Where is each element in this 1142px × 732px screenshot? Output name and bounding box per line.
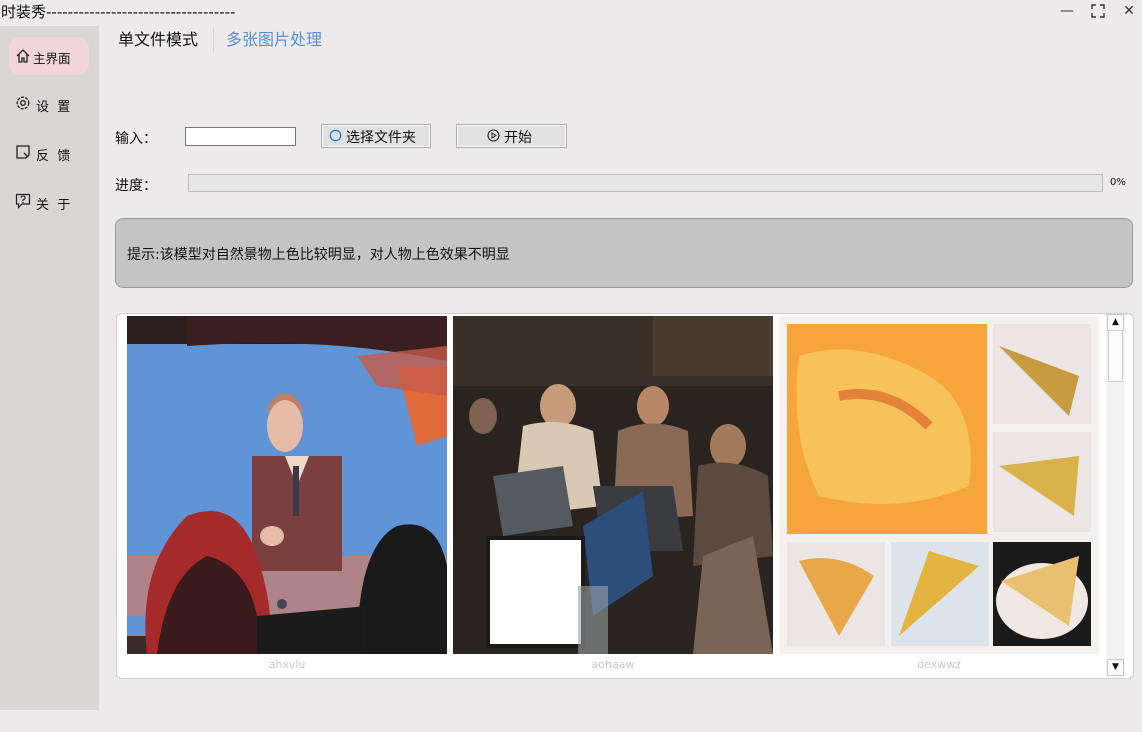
maximize-icon[interactable] bbox=[1087, 1, 1109, 21]
sidebar-item-home[interactable]: 主界面 bbox=[9, 37, 89, 75]
sidebar-item-label: 主界面 bbox=[33, 51, 71, 66]
play-icon bbox=[487, 129, 500, 142]
gallery-image-laptops[interactable] bbox=[453, 316, 773, 654]
image-gallery: ahxvlu aohaaw dexwwz bbox=[116, 313, 1134, 679]
sidebar-item-settings[interactable]: 设 置 bbox=[9, 85, 89, 123]
tab-label: 单文件模式 bbox=[118, 30, 199, 49]
title-bar: 时装秀----------------------------------- —… bbox=[0, 0, 1142, 24]
folder-circle-icon bbox=[329, 129, 342, 142]
gear-icon bbox=[16, 96, 30, 110]
gallery-caption: aohaaw bbox=[591, 658, 635, 671]
input-path-field[interactable] bbox=[185, 127, 296, 146]
gallery-image-pizza[interactable] bbox=[779, 316, 1099, 654]
close-icon[interactable]: ✕ bbox=[1118, 1, 1140, 21]
scroll-down-icon[interactable]: ▼ bbox=[1107, 659, 1124, 676]
choose-folder-button[interactable]: 选择文件夹 bbox=[321, 124, 431, 148]
gallery-caption: dexwwz bbox=[917, 658, 961, 671]
sidebar-item-feedback[interactable]: 反 馈 bbox=[9, 134, 89, 172]
gallery-caption: ahxvlu bbox=[268, 658, 306, 671]
gallery-image-presenter[interactable] bbox=[127, 316, 447, 654]
gallery-scrollbar[interactable]: ▲ ▼ bbox=[1106, 314, 1125, 677]
sidebar-item-about[interactable]: 关 于 bbox=[9, 183, 89, 221]
choose-folder-label: 选择文件夹 bbox=[346, 130, 416, 146]
tab-single-file[interactable]: 单文件模式 bbox=[108, 27, 214, 53]
tab-batch-images[interactable]: 多张图片处理 bbox=[226, 27, 322, 53]
progress-bar bbox=[188, 174, 1103, 192]
home-icon bbox=[16, 49, 30, 63]
start-button[interactable]: 开始 bbox=[456, 124, 567, 148]
scroll-thumb[interactable] bbox=[1108, 330, 1123, 382]
help-icon bbox=[15, 193, 31, 209]
scroll-up-icon[interactable]: ▲ bbox=[1107, 314, 1124, 331]
sidebar-item-label: 反 馈 bbox=[36, 149, 71, 164]
sidebar: 主界面 设 置 反 馈 关 于 bbox=[0, 26, 99, 710]
sidebar-item-label: 设 置 bbox=[36, 100, 71, 115]
input-label: 输入： bbox=[115, 131, 157, 147]
feedback-icon bbox=[16, 145, 30, 159]
hint-text: 提示:该模型对自然景物上色比较明显，对人物上色效果不明显 bbox=[127, 247, 510, 263]
minimize-icon[interactable]: — bbox=[1056, 1, 1078, 21]
sidebar-item-label: 关 于 bbox=[36, 198, 71, 213]
hint-panel: 提示:该模型对自然景物上色比较明显，对人物上色效果不明显 bbox=[115, 218, 1133, 288]
app-title: 时装秀----------------------------------- bbox=[1, 3, 236, 21]
start-label: 开始 bbox=[504, 130, 532, 146]
progress-percent: 0% bbox=[1110, 177, 1126, 188]
progress-label: 进度： bbox=[115, 178, 157, 194]
